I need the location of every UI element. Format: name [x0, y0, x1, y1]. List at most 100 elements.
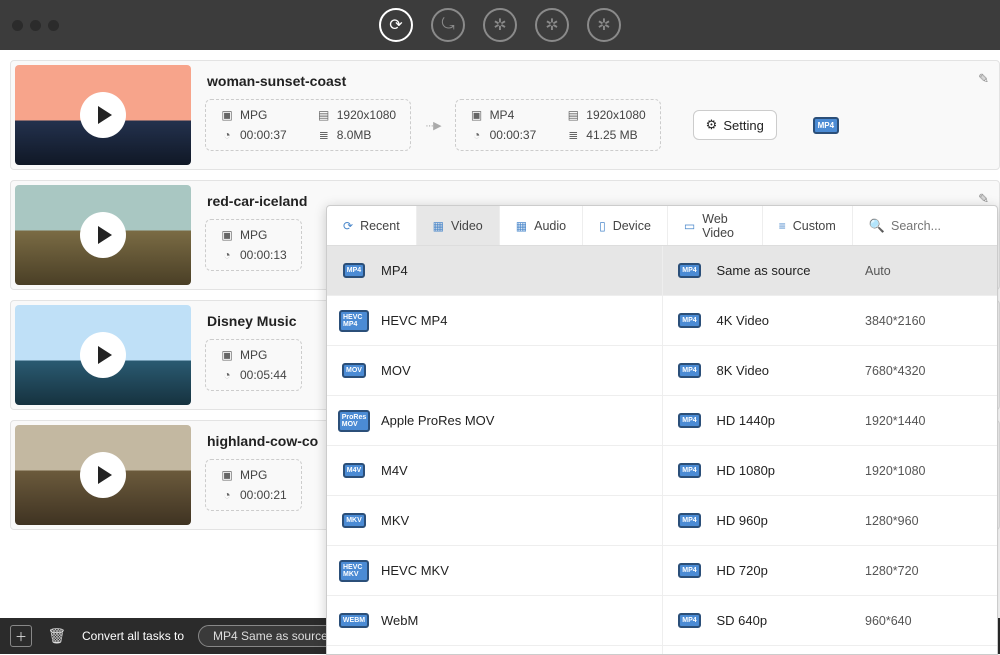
- format-row[interactable]: WEBMWebM: [327, 596, 662, 646]
- close-window[interactable]: [12, 20, 23, 31]
- add-button[interactable]: ＋: [10, 625, 32, 647]
- format-icon: MP4: [675, 356, 705, 386]
- src-size: 8.0MB: [337, 128, 372, 142]
- disk-icon: ≣: [566, 128, 580, 142]
- format-row[interactable]: M4VM4V: [327, 446, 662, 496]
- src-resolution: 1920x1080: [337, 108, 396, 122]
- format-column[interactable]: MP4MP4HEVC MP4HEVC MP4MOVMOV ProRes MOV Ap…: [327, 246, 662, 654]
- format-row[interactable]: AVIAVI: [327, 646, 662, 654]
- preset-row[interactable]: MP44K Video3840*2160: [663, 296, 998, 346]
- preset-label: 4K Video: [717, 313, 854, 328]
- play-icon[interactable]: [80, 92, 126, 138]
- format-label: HEVC MKV: [381, 563, 650, 578]
- minimize-window[interactable]: [30, 20, 41, 31]
- preset-row[interactable]: MP4SD 576p768*576: [663, 646, 998, 654]
- source-info: ▣MPG ◔00:05:44: [205, 339, 302, 391]
- output-format-select[interactable]: MP4 Same as source: [198, 625, 343, 647]
- task-row[interactable]: woman-sunset-coast ▣MPG ▤1920x1080 ◔00:0…: [10, 60, 1000, 170]
- format-tabs: ⟳Recent ▦Video ▦Audio ▯Device ▭Web Video…: [327, 206, 997, 246]
- zoom-window[interactable]: [48, 20, 59, 31]
- tab-audio[interactable]: ▦Audio: [500, 206, 583, 245]
- clock-icon: ◔: [470, 128, 484, 142]
- format-row[interactable]: MOVMOV: [327, 346, 662, 396]
- clock-icon: ◔: [220, 248, 234, 262]
- custom-icon: ≡: [779, 219, 786, 233]
- format-row[interactable]: HEVC MKVHEVC MKV: [327, 546, 662, 596]
- preset-row[interactable]: MP4Same as sourceAuto: [663, 246, 998, 296]
- preset-label: HD 1080p: [717, 463, 854, 478]
- preset-row[interactable]: MP4HD 720p1280*720: [663, 546, 998, 596]
- video-icon: ▦: [433, 219, 444, 233]
- tab-custom[interactable]: ≡Custom: [763, 206, 853, 245]
- disk-icon: ≣: [317, 128, 331, 142]
- format-icon: MP4: [675, 606, 705, 636]
- clock-icon: ◔: [220, 128, 234, 142]
- toolbar-reel-search-icon[interactable]: ✲: [587, 8, 621, 42]
- search-icon: 🔍: [869, 218, 885, 234]
- format-label: HEVC MP4: [381, 313, 650, 328]
- edit-icon[interactable]: ✎: [978, 71, 989, 87]
- tab-recent[interactable]: ⟳Recent: [327, 206, 417, 245]
- web-icon: ▭: [684, 219, 695, 233]
- format-badge[interactable]: MP4: [809, 108, 843, 142]
- clock-icon: ◔: [220, 368, 234, 382]
- format-icon: ▣: [220, 228, 234, 242]
- format-row[interactable]: MP4MP4: [327, 246, 662, 296]
- format-icon: WEBM: [339, 606, 369, 636]
- format-search[interactable]: 🔍: [853, 218, 997, 234]
- arrow-icon: ···▶: [421, 119, 444, 132]
- preset-resolution: 1920*1440: [865, 414, 985, 428]
- delete-button[interactable]: 🗑: [46, 625, 68, 647]
- src-format: MPG: [240, 228, 267, 242]
- play-icon[interactable]: [80, 452, 126, 498]
- preset-resolution: 1920*1080: [865, 464, 985, 478]
- recent-icon: ⟳: [343, 219, 353, 233]
- clock-icon: ◔: [220, 488, 234, 502]
- preset-row[interactable]: MP4HD 960p1280*960: [663, 496, 998, 546]
- format-row[interactable]: ProRes MOV Apple ProRes MOV: [327, 396, 662, 446]
- format-icon: MP4: [675, 456, 705, 486]
- preset-row[interactable]: MP4SD 640p960*640: [663, 596, 998, 646]
- format-label: Apple ProRes MOV: [381, 413, 650, 428]
- preset-column[interactable]: MP4Same as sourceAuto MP4 4K Video 3840*216…: [662, 246, 998, 654]
- dst-format: MP4: [490, 108, 515, 122]
- tab-webvideo[interactable]: ▭Web Video: [668, 206, 763, 245]
- format-row[interactable]: HEVC MP4HEVC MP4: [327, 296, 662, 346]
- preset-row[interactable]: MP4 HD 1080p 1920*1080: [663, 446, 998, 496]
- format-row[interactable]: MKVMKV: [327, 496, 662, 546]
- play-icon[interactable]: [80, 212, 126, 258]
- setting-button[interactable]: ⚙Setting: [693, 110, 777, 140]
- tab-device[interactable]: ▯Device: [583, 206, 668, 245]
- format-icon: ProRes MOV: [339, 406, 369, 436]
- src-format: MPG: [240, 108, 267, 122]
- gear-icon: ⚙: [706, 117, 718, 133]
- preset-row[interactable]: MP48K Video7680*4320: [663, 346, 998, 396]
- src-duration: 00:00:37: [240, 128, 287, 142]
- target-info: ▣MP4 ▤1920x1080 ◔00:00:37 ≣41.25 MB: [455, 99, 661, 151]
- preset-label: HD 1440p: [717, 413, 854, 428]
- toolbar-reel-icon[interactable]: ✲: [483, 8, 517, 42]
- task-thumbnail[interactable]: [15, 425, 191, 525]
- toolbar-convert-icon[interactable]: ⟳: [379, 8, 413, 42]
- task-thumbnail[interactable]: [15, 305, 191, 405]
- dst-resolution: 1920x1080: [586, 108, 645, 122]
- format-label: MOV: [381, 363, 650, 378]
- preset-row[interactable]: MP4HD 1440p1920*1440: [663, 396, 998, 446]
- format-icon: ▣: [220, 108, 234, 122]
- preset-resolution: 3840*2160: [865, 314, 985, 328]
- play-icon[interactable]: [80, 332, 126, 378]
- toolbar-refresh-icon[interactable]: ⤿: [431, 8, 465, 42]
- task-thumbnail[interactable]: [15, 65, 191, 165]
- task-thumbnail[interactable]: [15, 185, 191, 285]
- convert-all-label: Convert all tasks to: [82, 629, 184, 643]
- format-icon: ▣: [220, 348, 234, 362]
- search-input[interactable]: [891, 219, 981, 233]
- preset-resolution: Auto: [865, 264, 985, 278]
- toolbar-reel-up-icon[interactable]: ✲: [535, 8, 569, 42]
- preset-resolution: 7680*4320: [865, 364, 985, 378]
- task-title: woman-sunset-coast: [207, 73, 989, 89]
- tab-video[interactable]: ▦Video: [417, 206, 500, 245]
- src-format: MPG: [240, 468, 267, 482]
- format-label: MKV: [381, 513, 650, 528]
- source-info: ▣MPG ◔00:00:13: [205, 219, 302, 271]
